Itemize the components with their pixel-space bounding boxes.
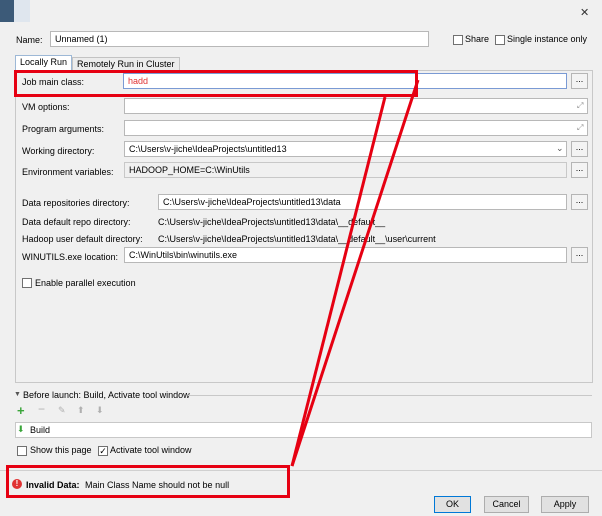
before-launch-task-list: [15, 422, 592, 438]
build-task-icon: ⬇: [17, 424, 25, 434]
ok-button[interactable]: OK: [434, 496, 471, 513]
job-main-class-browse-button[interactable]: ...: [571, 73, 588, 89]
remove-task-icon[interactable]: −: [38, 403, 45, 416]
chevron-down-icon[interactable]: ⌄: [556, 143, 564, 154]
window-top-strip-light: [14, 0, 30, 22]
program-arguments-expand-icon[interactable]: ⤢: [577, 123, 583, 133]
data-repositories-directory-browse-button[interactable]: ...: [571, 194, 588, 210]
window-top-strip: [0, 0, 14, 22]
show-this-page-checkbox[interactable]: [17, 446, 27, 456]
move-up-icon[interactable]: ⬆: [77, 405, 85, 416]
vm-options-label: VM options:: [22, 102, 70, 112]
working-directory-browse-button[interactable]: ...: [571, 141, 588, 157]
show-this-page-label: Show this page: [30, 445, 92, 455]
data-repositories-directory-input[interactable]: C:\Users\v-jiche\IdeaProjects\untitled13…: [158, 194, 567, 210]
build-task-item[interactable]: Build: [30, 425, 50, 435]
program-arguments-label: Program arguments:: [22, 124, 105, 134]
tab-locally-run[interactable]: Locally Run: [15, 55, 73, 71]
name-label: Name:: [16, 35, 43, 45]
program-arguments-input[interactable]: [124, 120, 588, 136]
winutils-location-browse-button[interactable]: ...: [571, 247, 588, 263]
winutils-location-label: WINUTILS.exe location:: [22, 252, 119, 262]
collapse-arrow-icon[interactable]: ▼: [14, 391, 21, 398]
annotation-box-job-main-class: [14, 70, 418, 97]
data-default-repo-directory-value: C:\Users\v-jiche\IdeaProjects\untitled13…: [158, 217, 386, 227]
data-default-repo-directory-label: Data default repo directory:: [22, 217, 131, 227]
activate-tool-window-label: Activate tool window: [110, 445, 192, 455]
before-launch-title: Before launch: Build, Activate tool wind…: [23, 390, 190, 400]
share-label: Share: [465, 34, 490, 44]
enable-parallel-execution-label: Enable parallel execution: [35, 278, 136, 288]
hadoop-user-default-directory-value: C:\Users\v-jiche\IdeaProjects\untitled13…: [158, 234, 436, 244]
activate-tool-window-checkbox[interactable]: ✓: [98, 446, 108, 456]
name-input[interactable]: Unnamed (1): [50, 31, 429, 47]
annotation-box-error: [6, 465, 290, 498]
move-down-icon[interactable]: ⬇: [96, 405, 104, 416]
cancel-button[interactable]: Cancel: [484, 496, 529, 513]
apply-button[interactable]: Apply: [541, 496, 589, 513]
add-task-icon[interactable]: +: [17, 404, 25, 417]
enable-parallel-execution-checkbox[interactable]: [22, 278, 32, 288]
vm-options-expand-icon[interactable]: ⤢: [577, 101, 583, 111]
single-instance-label: Single instance only: [507, 34, 588, 44]
close-icon[interactable]: ✕: [580, 6, 589, 19]
environment-variables-input[interactable]: HADOOP_HOME=C:\WinUtils: [124, 162, 567, 178]
share-checkbox[interactable]: [453, 35, 463, 45]
hadoop-user-default-directory-label: Hadoop user default directory:: [22, 234, 143, 244]
working-directory-label: Working directory:: [22, 146, 95, 156]
environment-variables-browse-button[interactable]: ...: [571, 162, 588, 178]
working-directory-combo[interactable]: C:\Users\v-jiche\IdeaProjects\untitled13: [124, 141, 567, 157]
vm-options-input[interactable]: [124, 98, 588, 114]
before-launch-separator: [188, 395, 592, 396]
winutils-location-input[interactable]: C:\WinUtils\bin\winutils.exe: [124, 247, 567, 263]
edit-task-icon[interactable]: ✎: [58, 405, 66, 416]
single-instance-checkbox[interactable]: [495, 35, 505, 45]
environment-variables-label: Environment variables:: [22, 167, 114, 177]
data-repositories-directory-label: Data repositories directory:: [22, 198, 130, 208]
